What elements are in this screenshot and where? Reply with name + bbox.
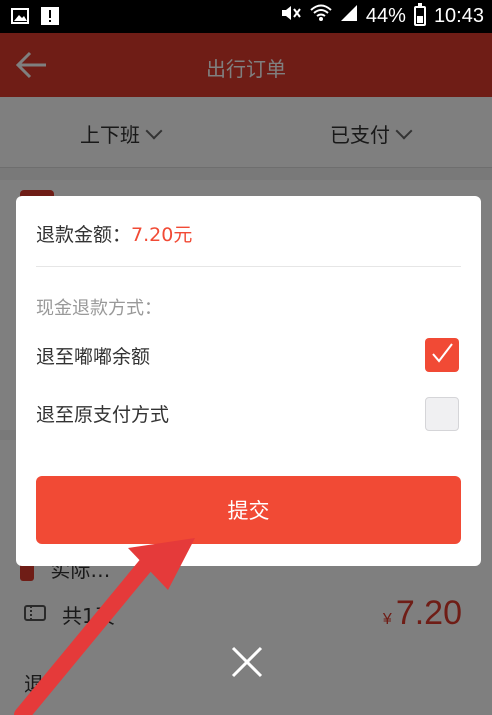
battery-icon: [413, 3, 426, 26]
status-bar: 44% 10:43: [0, 0, 492, 33]
close-icon[interactable]: [230, 645, 264, 679]
clock: 10:43: [433, 4, 484, 27]
refund-amount-row: 退款金额：7.20元: [36, 220, 192, 247]
battery-percent: 44%: [365, 4, 406, 27]
submit-button[interactable]: 提交: [36, 476, 461, 544]
refund-amount-value: 7.20元: [131, 224, 193, 246]
option-original-label[interactable]: 退至原支付方式: [36, 400, 169, 427]
option-balance-label[interactable]: 退至嘟嘟余额: [36, 342, 150, 369]
refund-method-title: 现金退款方式：: [36, 298, 162, 319]
mute-icon: [280, 4, 302, 28]
checkmark-icon: [430, 342, 454, 368]
wifi-icon: [310, 4, 332, 28]
alert-icon: [40, 6, 60, 26]
refund-dialog: 退款金额：7.20元 现金退款方式： 退至嘟嘟余额 退至原支付方式 提交: [16, 196, 481, 566]
option-balance-checkbox[interactable]: [425, 338, 459, 372]
option-original-checkbox[interactable]: [425, 397, 459, 431]
signal-icon: [340, 4, 358, 28]
refund-amount-label: 退款金额：: [36, 224, 132, 246]
divider: [36, 266, 461, 267]
image-icon: [10, 6, 30, 26]
